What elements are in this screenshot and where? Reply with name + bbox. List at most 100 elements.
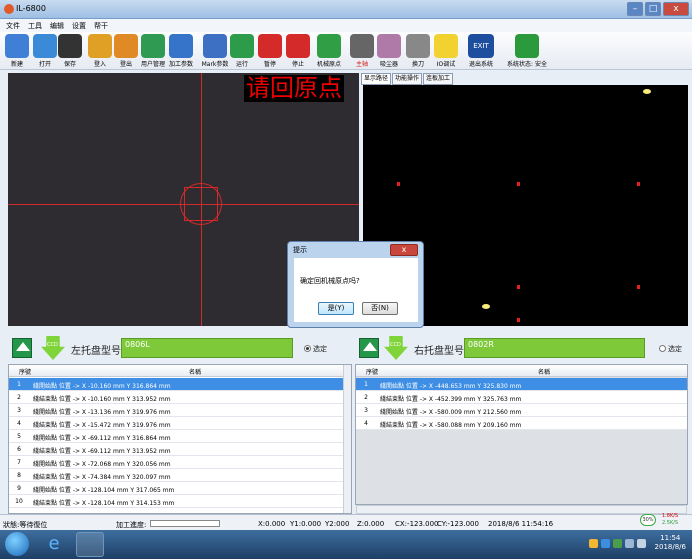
menu-settings[interactable]: 设置 bbox=[72, 21, 86, 31]
table-row[interactable]: 4 綫結束點 位置 -> X -15.472 mm Y 319.976 mm bbox=[9, 417, 343, 430]
path-mark bbox=[637, 285, 640, 289]
taskbar-app-icon[interactable] bbox=[76, 532, 104, 557]
row-index: 7 bbox=[17, 459, 21, 466]
vacuum-icon bbox=[377, 34, 401, 58]
row-name: 綫開始點 位置 -> X -13.136 mm Y 319.976 mm bbox=[33, 409, 171, 416]
row-name: 綫結束點 位置 -> X -15.472 mm Y 319.976 mm bbox=[33, 422, 171, 429]
taskbar: e 11:54 2018/8/6 bbox=[0, 530, 692, 559]
menu-help[interactable]: 帮干 bbox=[94, 21, 108, 31]
status-datetime: 2018/8/6 11:54:16 bbox=[488, 520, 554, 528]
toolbar-lightbulb-button[interactable]: IO调试 bbox=[433, 34, 459, 68]
table-row[interactable]: 6 綫結束點 位置 -> X -69.112 mm Y 313.952 mm bbox=[9, 443, 343, 456]
volume-icon[interactable] bbox=[637, 539, 646, 548]
left-select-radio[interactable]: 选定 bbox=[304, 344, 327, 354]
toolbar-tool-change-button[interactable]: 换刀 bbox=[406, 34, 430, 68]
toolbar-mark-pencil-button[interactable]: Mark参数 bbox=[198, 34, 232, 68]
table-row[interactable]: 5 綫開始點 位置 -> X -69.112 mm Y 316.864 mm bbox=[9, 430, 343, 443]
toolbar-logout-button[interactable]: 登出 bbox=[114, 34, 138, 68]
row-index: 1 bbox=[17, 381, 21, 388]
minimize-button[interactable]: – bbox=[627, 2, 643, 16]
tab-display-path[interactable]: 显示路径 bbox=[361, 73, 392, 85]
right-down-arrow-icon[interactable] bbox=[384, 336, 408, 360]
toolbar-shield-check-button[interactable]: 系统状态: 安全 bbox=[501, 34, 553, 68]
toolbar-new-file-button[interactable]: 新建 bbox=[5, 34, 29, 68]
play-icon bbox=[230, 34, 254, 58]
toolbar-label: 暂停 bbox=[263, 61, 276, 68]
confirm-dialog: 提示 x 确定回机械原点吗? 是(Y) 否(N) bbox=[287, 241, 424, 328]
taskbar-ie-icon[interactable]: e bbox=[40, 532, 68, 557]
toolbar-home-origin-button[interactable]: 机械原点 bbox=[312, 34, 346, 68]
close-button[interactable]: x bbox=[663, 2, 689, 16]
dialog-close-button[interactable]: x bbox=[390, 244, 418, 256]
right-table-hscrollbar[interactable] bbox=[356, 505, 687, 514]
tray-icon[interactable] bbox=[613, 539, 622, 548]
dialog-yes-button[interactable]: 是(Y) bbox=[318, 302, 354, 315]
taskbar-clock[interactable]: 11:54 2018/8/6 bbox=[655, 534, 686, 552]
table-row[interactable]: 7 綫開始點 位置 -> X -72.068 mm Y 320.056 mm bbox=[9, 456, 343, 469]
table-row[interactable]: 10 綫結束點 位置 -> X -128.104 mm Y 314.153 mm bbox=[9, 495, 343, 508]
menu-file[interactable]: 文件 bbox=[6, 21, 20, 31]
toolbar-save-button[interactable]: 保存 bbox=[58, 34, 82, 68]
path-mark bbox=[517, 285, 520, 289]
row-index: 10 bbox=[15, 498, 23, 505]
row-name: 綫開始點 位置 -> X -580.009 mm Y 212.560 mm bbox=[380, 409, 522, 416]
maximize-button[interactable]: □ bbox=[645, 2, 661, 16]
left-up-button[interactable] bbox=[12, 338, 32, 358]
row-name: 綫結束點 位置 -> X -452.399 mm Y 325.763 mm bbox=[380, 396, 522, 403]
row-name: 綫開始點 位置 -> X -448.653 mm Y 325.830 mm bbox=[380, 383, 522, 390]
open-folder-icon bbox=[33, 34, 57, 58]
toolbar-label: 主轴 bbox=[355, 61, 368, 68]
status-bar: 狀態:等待復位 加工進度: X:0.000 Y1:0.000 Y2:000 Z:… bbox=[0, 514, 692, 530]
dialog-no-button[interactable]: 否(N) bbox=[362, 302, 398, 315]
toolbar-stop-button[interactable]: 停止 bbox=[286, 34, 310, 68]
row-name: 綫結束點 位置 -> X -580.088 mm Y 209.160 mm bbox=[380, 422, 522, 429]
row-name: 綫結束點 位置 -> X -10.160 mm Y 313.952 mm bbox=[33, 396, 171, 403]
tray-icon[interactable] bbox=[601, 539, 610, 548]
save-icon bbox=[58, 34, 82, 58]
toolbar-login-button[interactable]: 登入 bbox=[88, 34, 112, 68]
row-name: 綫開始點 位置 -> X -69.112 mm Y 316.864 mm bbox=[33, 435, 171, 442]
toolbar-exit-button[interactable]: EXIT 退出系统 bbox=[463, 34, 499, 68]
tray-icon[interactable] bbox=[589, 539, 598, 548]
right-select-radio[interactable]: 选定 bbox=[659, 344, 682, 354]
speed-percent: 30% bbox=[640, 514, 656, 526]
table-row[interactable]: 3 綫開始點 位置 -> X -13.136 mm Y 319.976 mm bbox=[9, 404, 343, 417]
menu-tools[interactable]: 工具 bbox=[28, 21, 42, 31]
tab-function[interactable]: 功能操作 bbox=[392, 73, 423, 85]
table-row[interactable]: 8 綫結束點 位置 -> X -74.384 mm Y 320.097 mm bbox=[9, 469, 343, 482]
toolbar-play-button[interactable]: 运行 bbox=[230, 34, 254, 68]
table-row[interactable]: 1 綫開始點 位置 -> X -10.160 mm Y 316.864 mm bbox=[9, 378, 343, 391]
speed-up: 1.8K/S bbox=[662, 513, 679, 519]
toolbar-label: 换刀 bbox=[411, 61, 424, 68]
table-row[interactable]: 4 綫結束點 位置 -> X -580.088 mm Y 209.160 mm bbox=[356, 417, 687, 430]
table-row[interactable]: 2 綫結束點 位置 -> X -10.160 mm Y 313.952 mm bbox=[9, 391, 343, 404]
left-tray-model-input[interactable]: 0806L bbox=[121, 338, 293, 358]
row-index: 3 bbox=[364, 407, 368, 414]
toolbar-spindle-button[interactable]: 主轴 bbox=[350, 34, 374, 68]
toolbar-parameters-button[interactable]: 加工参数 bbox=[167, 34, 195, 68]
toolbar-vacuum-button[interactable]: 吸尘器 bbox=[376, 34, 402, 68]
tab-panel-process[interactable]: 连板加工 bbox=[423, 73, 454, 85]
toolbar-users-button[interactable]: 用户管理 bbox=[140, 34, 166, 68]
toolbar-label: Mark参数 bbox=[201, 61, 229, 68]
right-up-button[interactable] bbox=[359, 338, 379, 358]
process-progress-bar bbox=[150, 520, 220, 527]
network-icon[interactable] bbox=[625, 539, 634, 548]
start-button[interactable] bbox=[5, 532, 29, 556]
toolbar-pause-button[interactable]: 暂停 bbox=[258, 34, 282, 68]
toolbar-open-folder-button[interactable]: 打开 bbox=[33, 34, 57, 68]
left-table-scrollbar[interactable] bbox=[343, 365, 351, 513]
table-row[interactable]: 2 綫結束點 位置 -> X -452.399 mm Y 325.763 mm bbox=[356, 391, 687, 404]
row-index: 8 bbox=[17, 472, 21, 479]
right-tray-model-input[interactable]: 0802R bbox=[464, 338, 645, 358]
users-icon bbox=[141, 34, 165, 58]
toolbar-label: 停止 bbox=[291, 61, 304, 68]
coord-z: Z:0.000 bbox=[357, 520, 385, 528]
toolbar-label: 退出系统 bbox=[468, 61, 493, 68]
table-row[interactable]: 1 綫開始點 位置 -> X -448.653 mm Y 325.830 mm bbox=[356, 378, 687, 391]
table-row[interactable]: 9 綫開始點 位置 -> X -128.104 mm Y 317.065 mm bbox=[9, 482, 343, 495]
table-row[interactable]: 3 綫開始點 位置 -> X -580.009 mm Y 212.560 mm bbox=[356, 404, 687, 417]
column-name: 名稱 bbox=[538, 369, 551, 376]
left-down-arrow-icon[interactable] bbox=[41, 336, 65, 360]
menu-edit[interactable]: 编辑 bbox=[50, 21, 64, 31]
